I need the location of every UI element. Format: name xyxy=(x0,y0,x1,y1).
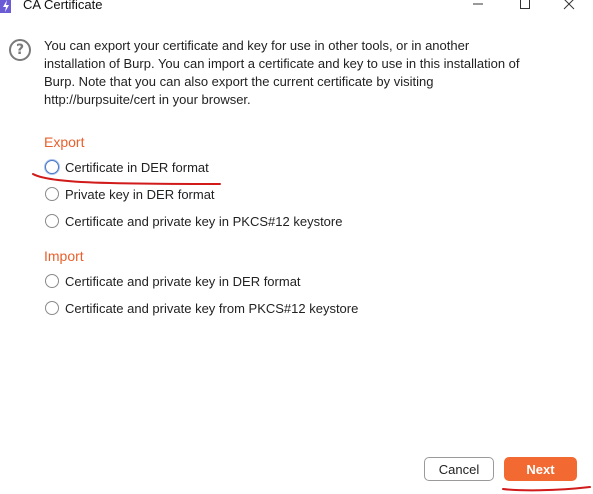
window-title: CA Certificate xyxy=(23,0,103,12)
cancel-button[interactable]: Cancel xyxy=(424,457,494,481)
radio-export-pkcs12[interactable]: Certificate and private key in PKCS#12 k… xyxy=(45,212,342,230)
radio-label: Certificate in DER format xyxy=(65,159,209,175)
annotation-underline-next xyxy=(502,486,591,492)
import-heading: Import xyxy=(44,248,84,264)
close-button[interactable] xyxy=(554,0,584,12)
help-icon: ? xyxy=(9,39,31,61)
radio-label: Certificate and private key in DER forma… xyxy=(65,273,301,289)
radio-label: Certificate and private key in PKCS#12 k… xyxy=(65,213,343,229)
export-heading: Export xyxy=(44,134,85,150)
radio-import-pkcs12[interactable]: Certificate and private key from PKCS#12… xyxy=(45,299,358,317)
radio-export-key-der[interactable]: Private key in DER format xyxy=(45,185,215,203)
next-button[interactable]: Next xyxy=(504,457,577,481)
radio-button[interactable] xyxy=(45,187,59,201)
radio-label: Certificate and private key from PKCS#12… xyxy=(65,300,359,316)
description-text: You can export your certificate and key … xyxy=(44,38,520,107)
minimize-button[interactable] xyxy=(463,0,493,12)
close-icon xyxy=(563,0,575,10)
radio-button[interactable] xyxy=(45,214,59,228)
radio-button[interactable] xyxy=(45,274,59,288)
radio-import-der[interactable]: Certificate and private key in DER forma… xyxy=(45,272,301,290)
maximize-button[interactable] xyxy=(510,0,540,12)
maximize-icon xyxy=(520,0,530,9)
burp-bolt-icon xyxy=(0,0,11,13)
radio-label: Private key in DER format xyxy=(65,186,215,202)
radio-button[interactable] xyxy=(45,160,59,174)
radio-export-cert-der[interactable]: Certificate in DER format xyxy=(45,158,209,176)
title-bar: CA Certificate xyxy=(0,0,593,14)
radio-button[interactable] xyxy=(45,301,59,315)
minimize-icon xyxy=(473,3,483,5)
